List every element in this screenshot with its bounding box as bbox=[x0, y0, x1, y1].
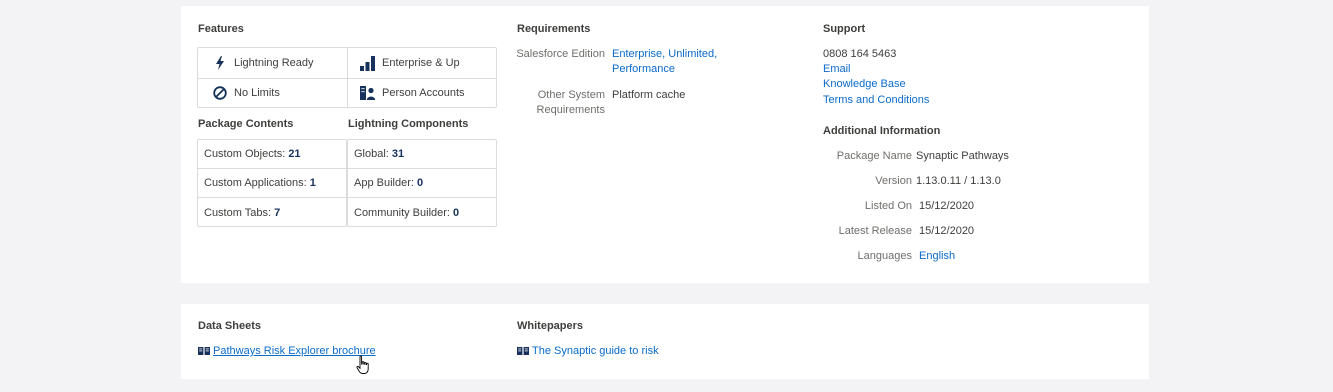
additional-information-heading: Additional Information bbox=[823, 125, 941, 137]
feature-label: Enterprise & Up bbox=[382, 57, 460, 69]
lightning-components-row: App Builder: 0 bbox=[348, 169, 496, 198]
feature-person-accounts: Person Accounts bbox=[360, 78, 465, 108]
edition-link[interactable]: Enterprise, Unlimited, bbox=[612, 47, 717, 62]
package-name-label: Package Name bbox=[836, 150, 912, 162]
package-contents-row: Custom Applications: 1 bbox=[198, 169, 346, 198]
book-icon bbox=[198, 346, 210, 356]
feature-lightning-ready: Lightning Ready bbox=[212, 48, 314, 78]
lightning-components-row: Global: 31 bbox=[348, 140, 496, 169]
feature-label: Person Accounts bbox=[382, 87, 465, 99]
resources-card: Data Sheets Pathways Risk Explorer broch… bbox=[181, 304, 1149, 379]
feature-label: Lightning Ready bbox=[234, 57, 314, 69]
feature-no-limits: No Limits bbox=[212, 78, 280, 108]
features-grid: Lightning Ready Enterprise & Up No Limit… bbox=[197, 47, 497, 108]
package-contents-box: Custom Objects: 21 Custom Applications: 1 … bbox=[197, 139, 347, 227]
version-value: 1.13.0.11 / 1.13.0 bbox=[916, 175, 1001, 187]
other-system-requirements-label: Other System Requirements bbox=[536, 89, 605, 116]
feature-enterprise-up: Enterprise & Up bbox=[360, 48, 460, 78]
edition-link[interactable]: Performance bbox=[612, 62, 717, 77]
knowledge-base-link[interactable]: Knowledge Base bbox=[823, 77, 906, 92]
whitepaper-link[interactable]: The Synaptic guide to risk bbox=[517, 345, 659, 357]
hand-cursor-icon bbox=[356, 355, 370, 378]
package-name-value: Synaptic Pathways bbox=[916, 150, 1009, 162]
listed-on-label: Listed On bbox=[864, 200, 912, 212]
book-icon bbox=[517, 346, 529, 356]
data-sheet-link[interactable]: Pathways Risk Explorer brochure bbox=[198, 345, 376, 357]
listing-details-card: Features Lightning Ready Enterprise & Up… bbox=[181, 6, 1149, 283]
salesforce-edition-value: Enterprise, Unlimited, Performance bbox=[612, 47, 717, 77]
terms-and-conditions-link[interactable]: Terms and Conditions bbox=[823, 93, 929, 108]
whitepapers-heading: Whitepapers bbox=[517, 320, 584, 332]
latest-release-value: 15/12/2020 bbox=[919, 225, 975, 237]
package-contents-row: Custom Objects: 21 bbox=[198, 140, 346, 169]
languages-link[interactable]: English bbox=[919, 250, 955, 262]
version-label: Version bbox=[875, 175, 912, 187]
person-accounts-icon bbox=[360, 85, 376, 101]
languages-label: Languages bbox=[857, 250, 912, 262]
support-phone: 0808 164 5463 bbox=[823, 48, 897, 60]
lightning-components-box: Global: 31 App Builder: 0 Community Builde… bbox=[347, 139, 497, 227]
lightning-components-row: Community Builder: 0 bbox=[354, 206, 460, 219]
data-sheets-heading: Data Sheets bbox=[198, 320, 261, 332]
lightning-bolt-icon bbox=[212, 55, 228, 71]
features-heading: Features bbox=[198, 23, 244, 35]
other-system-requirements-value: Platform cache bbox=[612, 89, 686, 101]
requirements-heading: Requirements bbox=[517, 23, 591, 35]
support-email-link[interactable]: Email bbox=[823, 62, 851, 77]
bar-chart-icon bbox=[360, 55, 376, 71]
latest-release-label: Latest Release bbox=[838, 225, 912, 237]
feature-label: No Limits bbox=[234, 87, 280, 99]
package-contents-heading: Package Contents bbox=[198, 118, 294, 130]
salesforce-edition-label: Salesforce Edition bbox=[516, 48, 605, 60]
no-limits-icon bbox=[212, 85, 228, 101]
package-contents-row: Custom Tabs: 7 bbox=[204, 206, 281, 219]
support-heading: Support bbox=[823, 23, 866, 35]
lightning-components-heading: Lightning Components bbox=[348, 118, 469, 130]
listed-on-value: 15/12/2020 bbox=[919, 200, 975, 212]
